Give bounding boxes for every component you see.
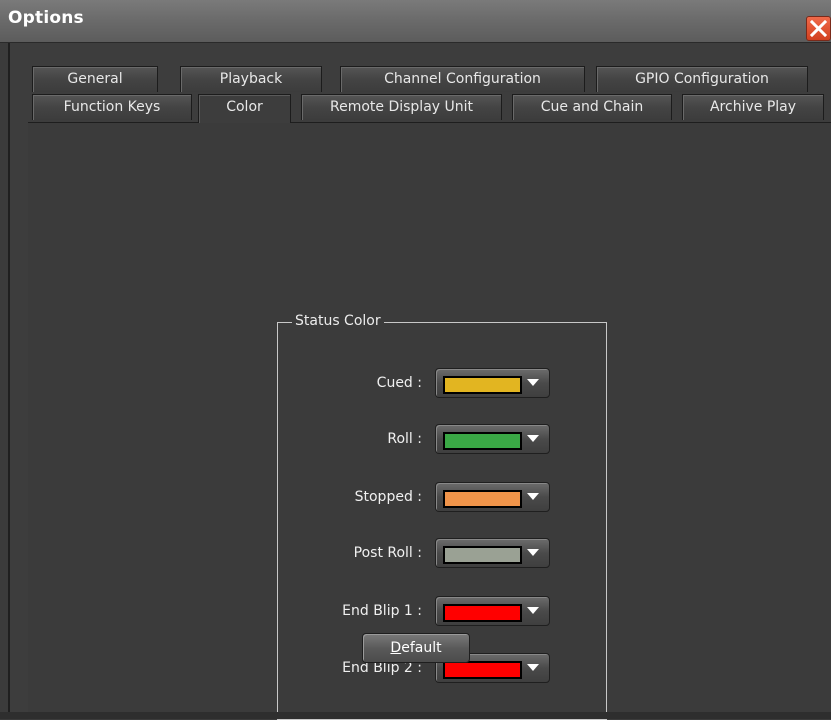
post-roll-color-dropdown[interactable] <box>435 538 550 568</box>
tab-function-keys[interactable]: Function Keys <box>32 94 192 120</box>
default-button-label: efault <box>401 640 442 656</box>
tab-gpio-configuration[interactable]: GPIO Configuration <box>596 66 808 92</box>
end-blip-1-color-swatch <box>443 604 522 622</box>
default-button-accelerator: D <box>390 640 402 656</box>
tab-row-2: Function Keys Color Remote Display Unit … <box>10 94 831 123</box>
tab-cue-and-chain[interactable]: Cue and Chain <box>512 94 672 120</box>
chevron-down-icon <box>527 493 539 500</box>
roll-label: Roll : <box>387 431 422 447</box>
cued-color-swatch <box>443 376 522 394</box>
stopped-label: Stopped : <box>354 489 422 505</box>
close-button[interactable] <box>806 16 831 41</box>
tab-playback[interactable]: Playback <box>180 66 322 92</box>
post-roll-color-swatch <box>443 546 522 564</box>
tab-row-1: General Playback Channel Configuration G… <box>10 66 831 94</box>
chevron-down-icon <box>527 549 539 556</box>
tab-color[interactable]: Color <box>198 94 291 123</box>
tab-archive-play[interactable]: Archive Play <box>682 94 824 120</box>
chevron-down-icon <box>527 435 539 442</box>
title-bar[interactable]: Options <box>0 0 831 43</box>
color-tab-panel: Status Color Cued : Roll : Stopped : Pos… <box>28 122 831 720</box>
post-roll-label: Post Roll : <box>353 545 422 561</box>
options-window: Options General Playback Channel Configu… <box>0 0 831 720</box>
stopped-color-dropdown[interactable] <box>435 482 550 512</box>
roll-color-dropdown[interactable] <box>435 424 550 454</box>
close-icon <box>810 20 827 37</box>
dialog-client-area: General Playback Channel Configuration G… <box>8 43 831 720</box>
end-blip-1-color-dropdown[interactable] <box>435 596 550 626</box>
group-title: Status Color <box>292 313 384 329</box>
window-bottom-edge <box>0 712 831 719</box>
window-title: Options <box>8 8 84 28</box>
tab-channel-configuration[interactable]: Channel Configuration <box>340 66 585 92</box>
roll-color-swatch <box>443 432 522 450</box>
tab-remote-display-unit[interactable]: Remote Display Unit <box>301 94 502 120</box>
chevron-down-icon <box>527 607 539 614</box>
default-button[interactable]: Default <box>362 633 470 663</box>
end-blip-1-label: End Blip 1 : <box>342 603 422 619</box>
chevron-down-icon <box>527 379 539 386</box>
chevron-down-icon <box>527 664 539 671</box>
end-blip-2-color-swatch <box>443 661 522 679</box>
tab-general[interactable]: General <box>32 66 158 92</box>
cued-color-dropdown[interactable] <box>435 368 550 398</box>
cued-label: Cued : <box>376 375 422 391</box>
stopped-color-swatch <box>443 490 522 508</box>
